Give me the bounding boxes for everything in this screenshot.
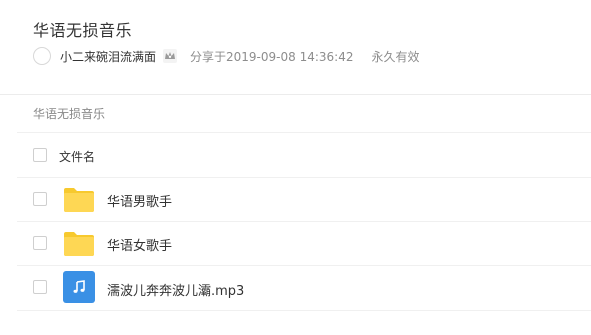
file-list-header: 文件名 — [17, 133, 591, 177]
avatar[interactable] — [33, 47, 51, 65]
table-row[interactable]: 华语女歌手 — [17, 222, 591, 265]
share-header: 华语无损音乐 小二来碗泪流满面 分享于2019-09-08 14:36:42 永… — [0, 0, 591, 95]
table-row[interactable]: 濡波儿奔奔波儿灞.mp3 — [17, 266, 591, 310]
vip-crown-icon — [162, 48, 178, 64]
table-row[interactable]: 华语男歌手 — [17, 178, 591, 221]
file-name[interactable]: 华语男歌手 — [107, 191, 172, 210]
music-note-icon — [63, 271, 95, 303]
header-divider — [0, 94, 591, 95]
share-validity: 永久有效 — [371, 49, 420, 64]
row-checkbox[interactable] — [33, 236, 47, 250]
share-time: 分享于2019-09-08 14:36:42 — [190, 49, 354, 64]
breadcrumb[interactable]: 华语无损音乐 — [33, 105, 105, 122]
row-checkbox[interactable] — [33, 280, 47, 294]
row-divider — [17, 310, 591, 311]
folder-icon — [64, 188, 94, 212]
select-all-checkbox[interactable] — [33, 148, 47, 162]
folder-icon — [64, 232, 94, 256]
share-title: 华语无损音乐 — [33, 21, 133, 40]
file-name[interactable]: 濡波儿奔奔波儿灞.mp3 — [107, 280, 244, 299]
username[interactable]: 小二来碗泪流满面 — [60, 48, 156, 65]
row-checkbox[interactable] — [33, 192, 47, 206]
share-meta: 小二来碗泪流满面 分享于2019-09-08 14:36:42 永久有效 — [33, 45, 419, 67]
column-header-filename[interactable]: 文件名 — [59, 148, 95, 165]
file-name[interactable]: 华语女歌手 — [107, 235, 172, 254]
